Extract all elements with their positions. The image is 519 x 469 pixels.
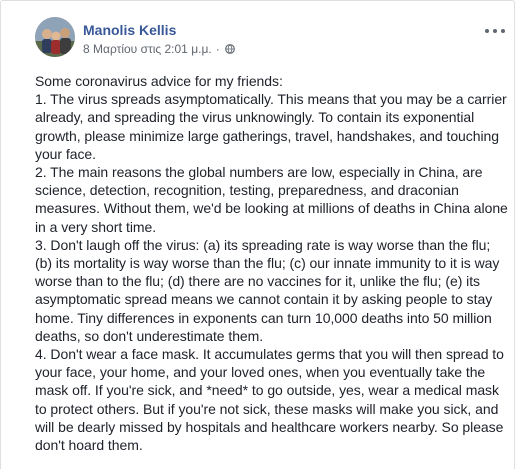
author-name[interactable]: Manolis Kellis — [83, 22, 176, 38]
more-dot — [485, 29, 489, 33]
avatar-photo — [35, 17, 75, 57]
post-paragraph: Some coronavirus advice for my friends: — [35, 73, 283, 89]
post-body: Some coronavirus advice for my friends: … — [35, 72, 511, 454]
more-options-icon[interactable] — [485, 25, 505, 37]
meta-separator: · — [215, 42, 220, 56]
more-dot — [501, 29, 505, 33]
post-meta: 8 Μαρτίου στις 2:01 μ.μ. · — [83, 42, 235, 56]
post-paragraph: 2. The main reasons the global numbers a… — [35, 164, 508, 235]
avatar[interactable] — [35, 17, 75, 57]
post-paragraph: 1. The virus spreads asymptomatically. T… — [35, 91, 507, 162]
post-paragraph: 3. Don't laugh off the virus: (a) its sp… — [35, 236, 500, 344]
globe-icon[interactable] — [224, 44, 235, 54]
more-dot — [493, 29, 497, 33]
post-header: Manolis Kellis 8 Μαρτίου στις 2:01 μ.μ. … — [35, 17, 505, 61]
post-paragraph: 4. Don't wear a face mask. It accumulate… — [35, 346, 504, 454]
post-card: Manolis Kellis 8 Μαρτίου στις 2:01 μ.μ. … — [0, 0, 515, 469]
post-timestamp[interactable]: 8 Μαρτίου στις 2:01 μ.μ. — [83, 42, 212, 56]
